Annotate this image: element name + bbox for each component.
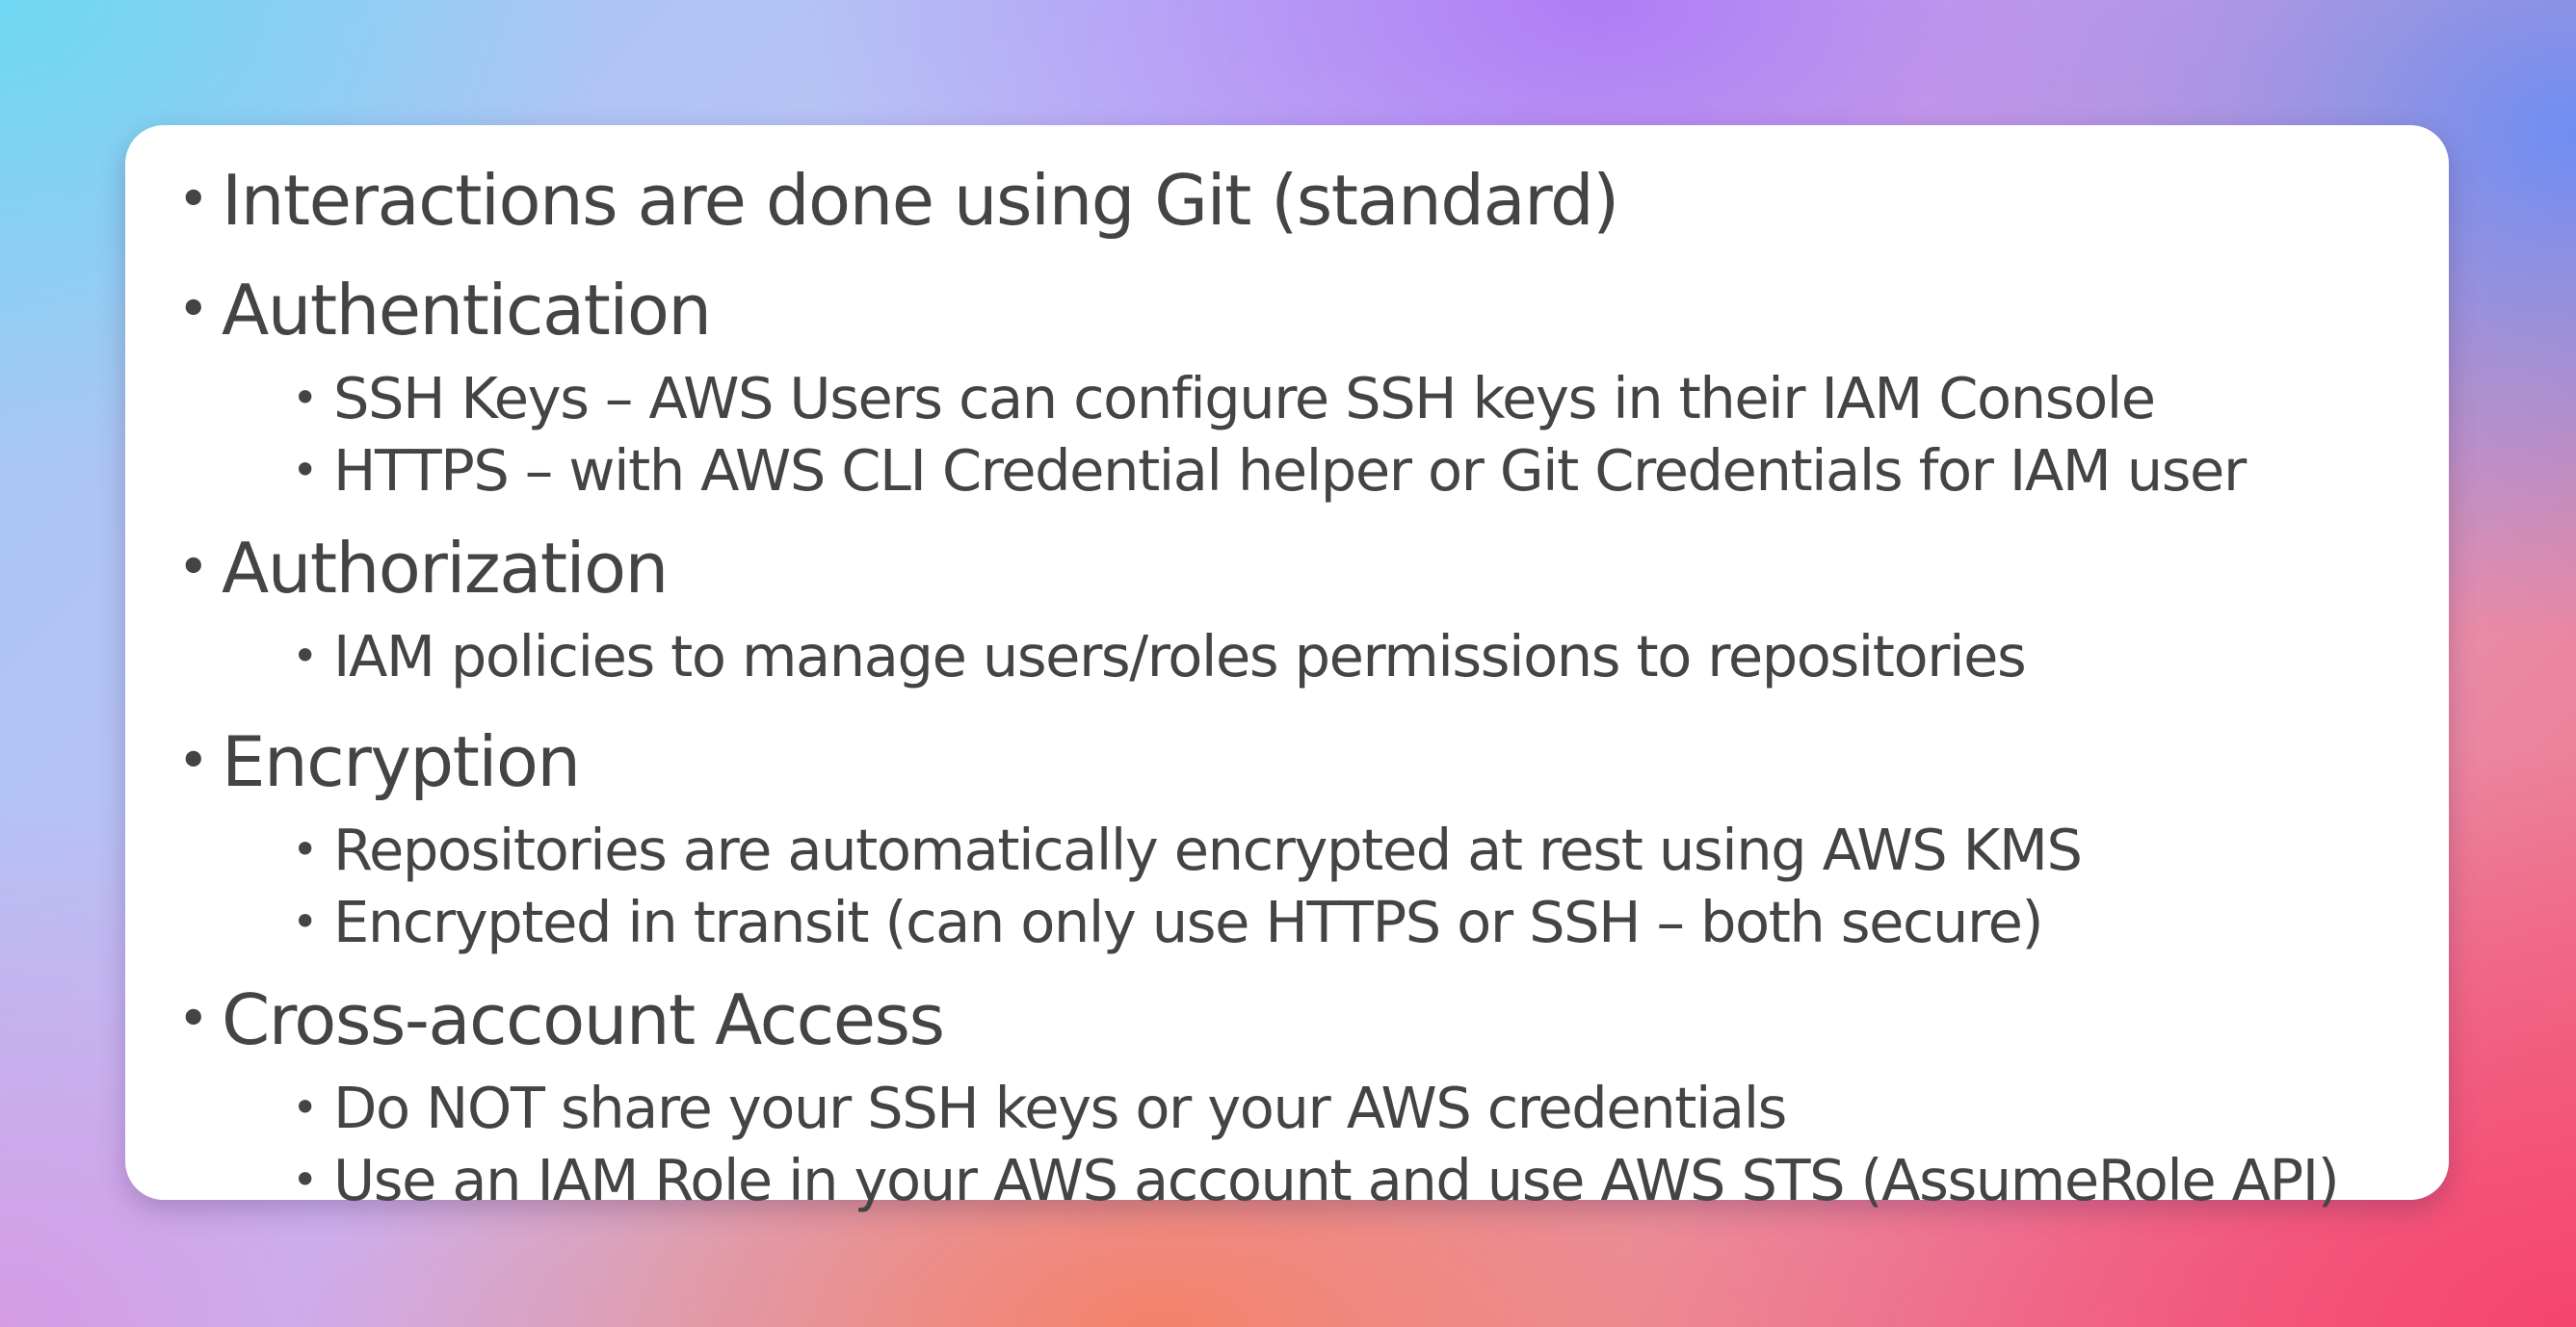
bullet-item-authorization: • Authorization: [164, 520, 2410, 616]
bullet-icon: •: [292, 896, 318, 948]
bullet-text: Authentication: [222, 270, 712, 351]
bullet-text: Encryption: [222, 721, 581, 802]
sub-bullet-item-iam-policies: • IAM policies to manage users/roles perm…: [164, 620, 2410, 692]
bullet-icon: •: [177, 988, 209, 1051]
bullet-item-authentication: • Authentication: [164, 262, 2410, 358]
sub-bullet-item-iam-role-sts: • Use an IAM Role in your AWS account and…: [164, 1144, 2410, 1216]
sub-bullet-item-do-not-share: • Do NOT share your SSH keys or your AWS …: [164, 1072, 2410, 1144]
bullet-icon: •: [177, 730, 209, 793]
sub-bullet-item-encryption-in-transit: • Encrypted in transit (can only use HTTP…: [164, 886, 2410, 958]
bullet-icon: •: [177, 169, 209, 231]
sub-bullet-text: Do NOT share your SSH keys or your AWS c…: [333, 1075, 1787, 1141]
sub-bullet-text: SSH Keys – AWS Users can configure SSH k…: [333, 365, 2156, 431]
sub-bullet-item-https: • HTTPS – with AWS CLI Credential helper …: [164, 434, 2410, 507]
bullet-icon: •: [177, 536, 209, 599]
bullet-item-git-interactions: • Interactions are done using Git (standa…: [164, 152, 2410, 248]
sub-bullet-item-ssh-keys: • SSH Keys – AWS Users can configure SSH …: [164, 362, 2410, 434]
bullet-icon: •: [292, 444, 318, 496]
bullet-item-cross-account-access: • Cross-account Access: [164, 972, 2410, 1068]
bullet-icon: •: [292, 1154, 318, 1206]
bullet-icon: •: [292, 1081, 318, 1133]
sub-bullet-text: Encrypted in transit (can only use HTTPS…: [333, 889, 2044, 955]
bullet-text: Cross-account Access: [222, 979, 945, 1060]
sub-bullet-text: Use an IAM Role in your AWS account and …: [333, 1147, 2340, 1213]
bullet-text: Authorization: [222, 528, 669, 609]
sub-bullet-text: HTTPS – with AWS CLI Credential helper o…: [333, 437, 2247, 504]
sub-bullet-item-encryption-at-rest: • Repositories are automatically encrypte…: [164, 814, 2410, 886]
bullet-icon: •: [292, 630, 318, 682]
slide-card: • Interactions are done using Git (standa…: [125, 125, 2449, 1213]
sub-bullet-text: IAM policies to manage users/roles permi…: [333, 623, 2027, 690]
bullet-icon: •: [292, 372, 318, 424]
sub-bullet-text: Repositories are automatically encrypted…: [333, 817, 2083, 883]
bullet-text: Interactions are done using Git (standar…: [222, 160, 1619, 241]
bullet-icon: •: [177, 278, 209, 341]
bullet-icon: •: [292, 823, 318, 875]
bullet-item-encryption: • Encryption: [164, 714, 2410, 810]
